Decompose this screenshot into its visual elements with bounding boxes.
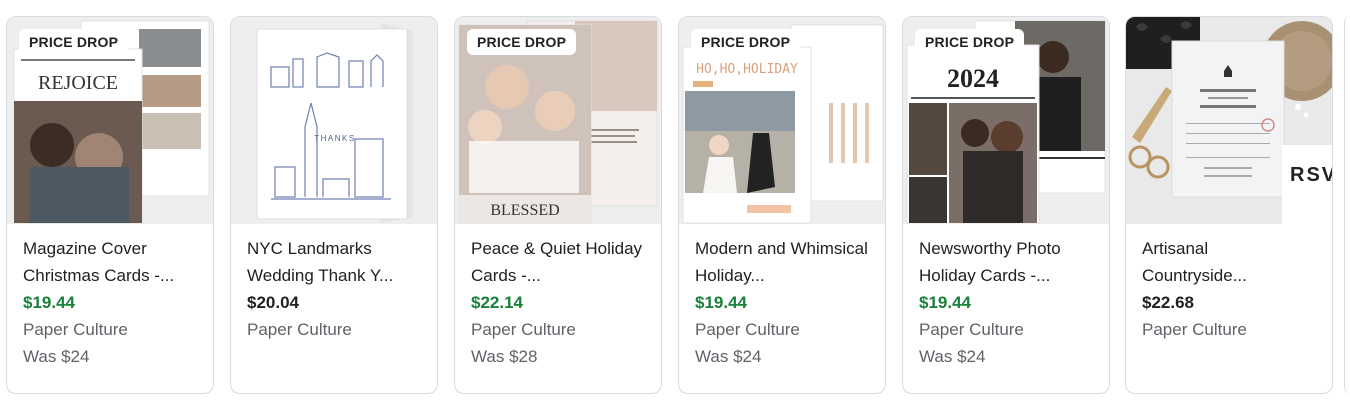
- merchant-name: Paper Culture: [471, 320, 576, 339]
- product-price: $20.04: [247, 293, 299, 312]
- price-drop-badge: PRICE DROP: [19, 29, 129, 55]
- merchant-name: Paper Culture: [695, 320, 800, 339]
- was-price: Was $28: [471, 347, 538, 366]
- product-title[interactable]: Artisanal Countryside...: [1142, 235, 1316, 289]
- card-art-text: HO,HO,HOLIDAY: [696, 62, 798, 77]
- product-price: $19.44: [695, 293, 747, 312]
- card-art-text: BLESSED: [490, 202, 559, 219]
- merchant-name: Paper Culture: [247, 320, 352, 339]
- card-art-text: THANKS: [314, 134, 355, 143]
- product-image[interactable]: REJOICE PRICE DROP: [7, 17, 213, 224]
- merchant-name: Paper Culture: [23, 320, 128, 339]
- was-price: Was $24: [23, 347, 90, 366]
- product-image[interactable]: THANKS: [231, 17, 437, 224]
- product-card[interactable]: RSV Artisanal Countryside... $22.68 Pape…: [1125, 16, 1333, 394]
- price-drop-badge: PRICE DROP: [467, 29, 577, 55]
- card-art-text: RSV: [1290, 164, 1332, 186]
- product-title[interactable]: Magazine Cover Christmas Cards -...: [23, 235, 197, 289]
- card-art-text: 2024: [947, 64, 999, 93]
- merchant-name: Paper Culture: [1142, 320, 1247, 339]
- product-image[interactable]: BLESSED PRICE DROP: [455, 17, 661, 224]
- product-price: $22.14: [471, 293, 523, 312]
- price-drop-badge: PRICE DROP: [691, 29, 801, 55]
- merchant-name: Paper Culture: [919, 320, 1024, 339]
- product-card[interactable]: BLESSED PRICE DROP Peace & Quiet Holiday…: [454, 16, 662, 394]
- product-card[interactable]: THANKS NYC Landmarks Wedding Thank Y... …: [230, 16, 438, 394]
- card-thumbnail: RSV: [1126, 17, 1332, 224]
- was-price: Was $24: [919, 347, 986, 366]
- product-price: $22.68: [1142, 293, 1194, 312]
- product-image[interactable]: 2024 PRICE DROP: [903, 17, 1109, 224]
- was-price: Was $24: [695, 347, 762, 366]
- product-price: $19.44: [919, 293, 971, 312]
- price-drop-badge: PRICE DROP: [915, 29, 1025, 55]
- next-card-edge[interactable]: [1344, 16, 1350, 394]
- product-title[interactable]: Newsworthy Photo Holiday Cards -...: [919, 235, 1093, 289]
- product-card[interactable]: HO,HO,HOLIDAY PRICE DROP Modern and Whim…: [678, 16, 886, 394]
- product-card[interactable]: REJOICE PRICE DROP Magazine Cover Christ…: [6, 16, 214, 394]
- product-carousel: REJOICE PRICE DROP Magazine Cover Christ…: [0, 0, 1350, 414]
- product-title[interactable]: Modern and Whimsical Holiday...: [695, 235, 869, 289]
- card-thumbnail: THANKS: [231, 17, 437, 224]
- product-title[interactable]: NYC Landmarks Wedding Thank Y...: [247, 235, 421, 289]
- product-image[interactable]: HO,HO,HOLIDAY PRICE DROP: [679, 17, 885, 224]
- product-price: $19.44: [23, 293, 75, 312]
- product-card[interactable]: 2024 PRICE DROP Newsworthy Photo Holiday…: [902, 16, 1110, 394]
- product-title[interactable]: Peace & Quiet Holiday Cards -...: [471, 235, 645, 289]
- card-art-text: REJOICE: [38, 72, 118, 94]
- product-image[interactable]: RSV: [1126, 17, 1332, 224]
